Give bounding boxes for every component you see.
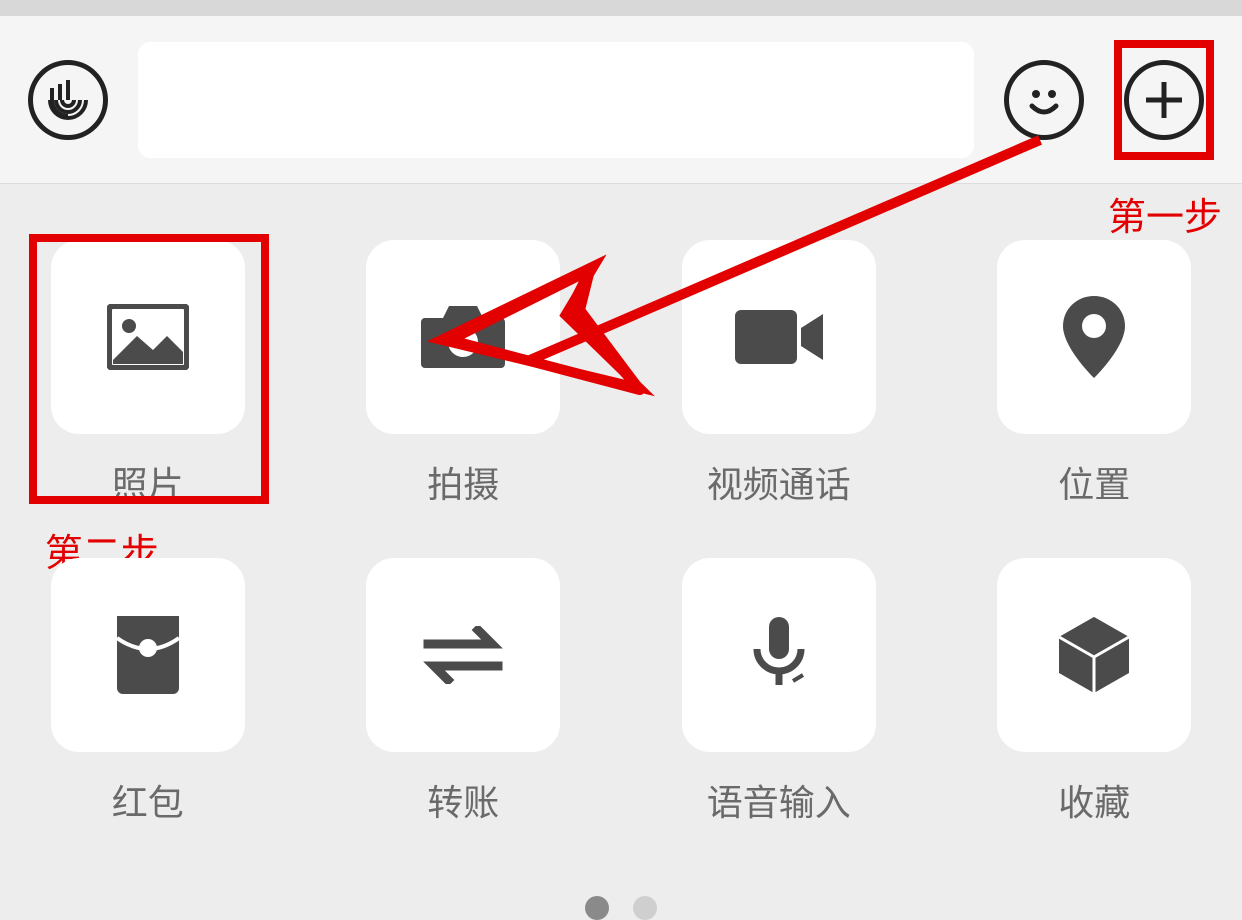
attachment-item-favorite[interactable]: 收藏	[997, 558, 1191, 826]
attachment-plus-button[interactable]	[1124, 60, 1204, 140]
shoot-label: 拍摄	[427, 456, 499, 508]
photo-icon	[107, 304, 189, 370]
location-icon	[1063, 296, 1125, 378]
attachment-item-location[interactable]: 位置	[997, 240, 1191, 508]
attachment-item-photo[interactable]: 照片 第二步	[51, 240, 245, 508]
page-dot-2[interactable]	[633, 896, 657, 920]
attachment-item-transfer[interactable]: 转账	[366, 558, 560, 826]
favorite-label: 收藏	[1058, 774, 1130, 826]
photo-label: 照片	[112, 456, 184, 508]
video-icon-box	[682, 240, 876, 434]
page-dot-1[interactable]	[585, 896, 609, 920]
attachment-item-red-packet[interactable]: 红包	[51, 558, 245, 826]
plus-button-highlight	[1114, 40, 1214, 160]
attachment-grid: 照片 第二步 拍摄 视频通话	[40, 240, 1202, 826]
cube-icon	[1057, 615, 1131, 695]
transfer-icon-box	[366, 558, 560, 752]
location-icon-box	[997, 240, 1191, 434]
attachment-item-shoot[interactable]: 拍摄	[366, 240, 560, 508]
emoji-button[interactable]	[1004, 60, 1084, 140]
voice-input-icon-box	[682, 558, 876, 752]
attachment-item-voice-input[interactable]: 语音输入	[682, 558, 876, 826]
chat-input-bar	[0, 16, 1242, 184]
microphone-icon	[751, 615, 807, 695]
plus-icon	[1140, 76, 1188, 124]
status-bar-strip	[0, 0, 1242, 16]
photo-icon-box	[51, 240, 245, 434]
favorite-icon-box	[997, 558, 1191, 752]
transfer-icon	[422, 626, 504, 684]
location-label: 位置	[1058, 456, 1130, 508]
red-packet-icon-box	[51, 558, 245, 752]
voice-input-button[interactable]	[28, 60, 108, 140]
red-packet-label: 红包	[112, 774, 184, 826]
shoot-icon-box	[366, 240, 560, 434]
video-label: 视频通话	[707, 456, 851, 508]
voice-input-label: 语音输入	[707, 774, 851, 826]
attachment-panel: 照片 第二步 拍摄 视频通话	[0, 184, 1242, 920]
message-text-input[interactable]	[138, 42, 974, 158]
attachment-item-video-call[interactable]: 视频通话	[682, 240, 876, 508]
red-packet-icon	[117, 616, 179, 694]
camera-icon	[421, 302, 505, 372]
voice-icon	[46, 78, 90, 122]
video-icon	[735, 308, 823, 366]
pagination-dots	[40, 896, 1202, 920]
smile-icon	[1020, 76, 1068, 124]
annotation-step-1-label: 第一步	[1108, 186, 1222, 241]
transfer-label: 转账	[427, 774, 499, 826]
